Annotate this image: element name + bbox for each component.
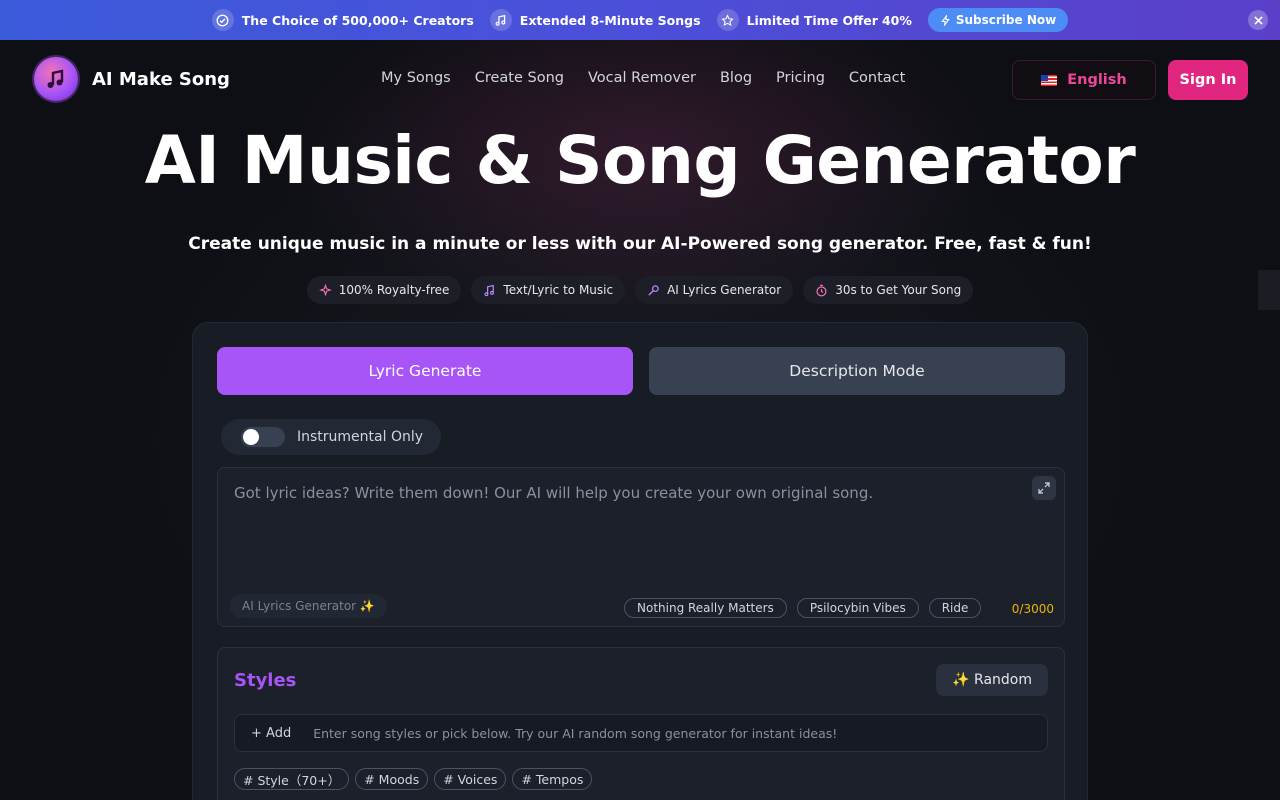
- suggestion-chip[interactable]: Ride: [928, 598, 982, 618]
- side-widget[interactable]: [1258, 270, 1280, 310]
- feature-ai-lyrics: AI Lyrics Generator: [635, 276, 794, 304]
- subscribe-button[interactable]: Subscribe Now: [927, 8, 1069, 32]
- close-promo-button[interactable]: [1248, 10, 1268, 30]
- main-nav: My Songs Create Song Vocal Remover Blog …: [369, 70, 917, 86]
- suggestion-chip[interactable]: Nothing Really Matters: [624, 598, 787, 618]
- category-moods[interactable]: # Moods: [355, 768, 429, 790]
- style-categories: # Style（70+） # Moods # Voices # Tempos: [234, 768, 598, 790]
- promo-item-creators: The Choice of 500,000+ Creators: [211, 9, 474, 31]
- tab-lyric-generate[interactable]: Lyric Generate: [217, 347, 633, 395]
- sparkle-icon: [318, 283, 332, 297]
- styles-title: Styles: [234, 670, 297, 691]
- music-note-icon: [489, 9, 512, 31]
- lyrics-input[interactable]: [234, 484, 1024, 554]
- feature-label: 30s to Get Your Song: [835, 283, 962, 297]
- character-count: 0/3000: [1011, 602, 1054, 616]
- add-style-button[interactable]: + Add: [251, 726, 291, 741]
- promo-item-songs: Extended 8-Minute Songs: [489, 9, 701, 31]
- style-input[interactable]: [313, 725, 1014, 741]
- generator-card: Lyric Generate Description Mode Instrume…: [192, 322, 1088, 800]
- lyric-suggestions: Nothing Really Matters Psilocybin Vibes …: [624, 598, 991, 618]
- feature-label: Text/Lyric to Music: [503, 283, 614, 297]
- feature-royalty-free: 100% Royalty-free: [306, 276, 462, 304]
- category-style[interactable]: # Style（70+）: [234, 768, 350, 790]
- page-subtitle: Create unique music in a minute or less …: [188, 234, 1092, 254]
- feature-30s: 30s to Get Your Song: [803, 276, 974, 304]
- nav-vocal-remover[interactable]: Vocal Remover: [588, 70, 696, 86]
- instrumental-toggle[interactable]: [241, 427, 285, 447]
- toggle-knob: [243, 429, 259, 445]
- nav-my-songs[interactable]: My Songs: [381, 70, 451, 86]
- ai-lyrics-generator-button[interactable]: AI Lyrics Generator ✨: [230, 594, 387, 618]
- music-note-icon: [484, 284, 495, 296]
- nav-blog[interactable]: Blog: [720, 70, 752, 86]
- timer-icon: [816, 284, 827, 296]
- promo-offer-percent: 40%: [881, 12, 912, 28]
- close-icon: [1253, 15, 1263, 25]
- nav-create-song[interactable]: Create Song: [475, 70, 564, 86]
- promo-text-songs: Extended 8-Minute Songs: [519, 12, 701, 28]
- feature-label: 100% Royalty-free: [338, 283, 450, 297]
- suggestion-chip[interactable]: Psilocybin Vibes: [796, 598, 919, 618]
- language-label: English: [1067, 72, 1127, 88]
- promo-text-offer: Limited Time Offer: [746, 12, 878, 28]
- expand-button[interactable]: [1032, 476, 1056, 500]
- logo-icon: [34, 57, 78, 101]
- star-icon: [716, 9, 739, 31]
- promo-bar: The Choice of 500,000+ Creators Extended…: [0, 0, 1280, 40]
- instrumental-toggle-row[interactable]: Instrumental Only: [221, 419, 441, 455]
- instrumental-label: Instrumental Only: [297, 429, 424, 445]
- lightning-icon: [941, 14, 950, 26]
- brand-name: AI Make Song: [92, 68, 230, 90]
- category-tempos[interactable]: # Tempos: [512, 768, 593, 790]
- us-flag-icon: [1041, 74, 1058, 86]
- category-voices[interactable]: # Voices: [434, 768, 507, 790]
- nav-contact[interactable]: Contact: [849, 70, 905, 86]
- logo-link[interactable]: AI Make Song: [34, 57, 230, 101]
- feature-badges: 100% Royalty-free Text/Lyric to Music AI…: [0, 276, 1280, 304]
- subscribe-label: Subscribe Now: [955, 13, 1057, 27]
- site-header: AI Make Song My Songs Create Song Vocal …: [0, 40, 1280, 120]
- check-badge-icon: [211, 9, 234, 31]
- page-title: AI Music & Song Generator: [144, 122, 1136, 199]
- promo-item-offer: Limited Time Offer 40%: [716, 9, 912, 31]
- sign-in-button[interactable]: Sign In: [1168, 60, 1248, 100]
- feature-text-to-music: Text/Lyric to Music: [471, 276, 626, 304]
- expand-icon: [1038, 482, 1050, 494]
- styles-section: Styles ✨ Random + Add # Style（70+） # Moo…: [217, 647, 1065, 800]
- tab-description-mode[interactable]: Description Mode: [649, 347, 1065, 395]
- microphone-icon: [648, 284, 659, 296]
- promo-text-creators: The Choice of 500,000+ Creators: [241, 12, 474, 28]
- feature-label: AI Lyrics Generator: [667, 283, 782, 297]
- language-selector[interactable]: English: [1012, 60, 1156, 100]
- random-style-button[interactable]: ✨ Random: [936, 664, 1048, 696]
- style-input-row: + Add: [234, 714, 1048, 752]
- lyrics-box: AI Lyrics Generator ✨ Nothing Really Mat…: [217, 467, 1065, 627]
- nav-pricing[interactable]: Pricing: [776, 70, 825, 86]
